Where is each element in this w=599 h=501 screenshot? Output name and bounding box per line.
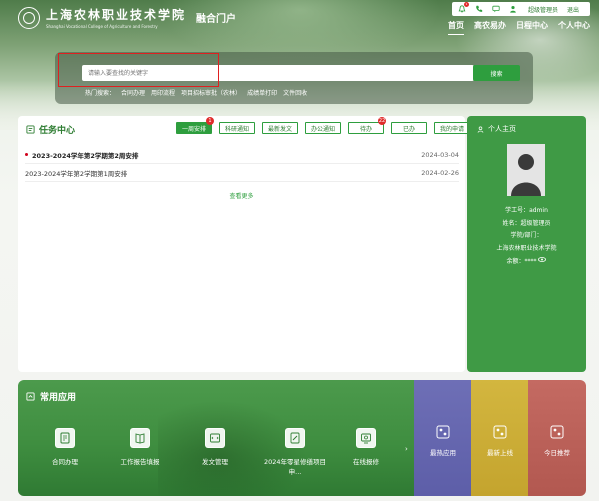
task-list: 2023-2024学年第2学期第2周安排 2024-03-04 2023-202…	[25, 146, 459, 182]
tab-label: 科研通知	[225, 125, 250, 133]
hot-search-label: 热门搜索：	[85, 90, 116, 97]
list-icon	[26, 125, 35, 134]
personal-panel: 个人主页 学工号：admin 姓名：超级管理员 学院/部门： 上海农林职业技术学…	[467, 116, 586, 372]
hot-search-item[interactable]: 用印流程	[151, 88, 175, 97]
app-label: 在线报修	[353, 458, 379, 466]
apps-recommend-icon	[550, 425, 564, 439]
personal-info: 学工号：admin 姓名：超级管理员 学院/部门： 上海农林职业技术学院 余额：…	[467, 205, 586, 268]
contract-icon	[55, 428, 75, 448]
apps-title-text: 常用应用	[40, 393, 77, 403]
personal-title-text: 个人主页	[488, 125, 516, 133]
side-tab-label: 最新上线	[487, 449, 513, 457]
app-contract[interactable]: 合同办理	[35, 428, 95, 466]
tab-label: 已办	[402, 125, 415, 133]
bullet-icon	[25, 153, 28, 156]
tab-weekly-schedule[interactable]: 一周安排 1	[176, 117, 214, 134]
user-name: 姓名：超级管理员	[502, 219, 551, 227]
app-work-report[interactable]: 工作报告填报	[110, 428, 170, 466]
tab-research-notice[interactable]: 科研通知	[219, 122, 255, 134]
app-label: 2024年零星修缮项目申...	[263, 458, 327, 476]
list-item[interactable]: 2023-2024学年第2学期第2周安排 2024-03-04	[25, 146, 459, 164]
school-seal-icon	[18, 6, 40, 29]
user-icon	[477, 125, 484, 133]
side-tab-hottest[interactable]: 最热应用	[414, 380, 472, 496]
list-item-date: 2024-02-26	[421, 168, 459, 177]
apps-hot-icon	[436, 425, 450, 439]
document-icon	[205, 428, 225, 448]
tab-label: 一周安排	[182, 125, 207, 133]
edit-document-icon	[285, 428, 305, 448]
task-tabs: 一周安排 1 科研通知 最新发文 办公通知 待办 22 已办 我的申请	[176, 117, 470, 134]
tab-latest-documents[interactable]: 最新发文	[262, 122, 298, 134]
chevron-right-icon[interactable]: ›	[405, 445, 408, 453]
app-online-repair[interactable]: 在线报修	[336, 428, 396, 466]
hot-search: 热门搜索： 合同办理 用印流程 项目招标审批（农林） 成绩单打印 文件回收	[85, 88, 307, 97]
school-name-en: Shanghai Vocational College of Agricultu…	[46, 24, 158, 29]
side-tab-recommended[interactable]: 今日推荐	[528, 380, 586, 496]
staff-id: 学工号：admin	[505, 207, 548, 214]
tab-label: 办公通知	[311, 125, 336, 133]
highlight-frame	[58, 53, 219, 87]
nav-gaonong-yiban[interactable]: 高农易办	[474, 20, 506, 35]
school-name-cn: 上海农林职业技术学院	[46, 8, 187, 22]
app-document-management[interactable]: 发文管理	[185, 428, 245, 466]
apps-icon	[26, 392, 35, 401]
apps-title: 常用应用	[26, 390, 76, 403]
eye-icon[interactable]	[538, 255, 547, 268]
side-tab-label: 今日推荐	[544, 449, 570, 457]
main-nav: 首页 高农易办 日程中心 个人中心	[448, 20, 590, 35]
common-apps-panel: 常用应用 合同办理 工作报告填报 发文管理 2024年零星修缮项目申... 在线…	[18, 380, 414, 496]
apps-new-icon	[493, 425, 507, 439]
hot-search-item[interactable]: 成绩单打印	[247, 88, 277, 97]
personal-title: 个人主页	[477, 124, 516, 134]
tab-my-requests[interactable]: 我的申请	[434, 122, 470, 134]
logout-link[interactable]: 退出	[567, 5, 579, 14]
view-more-link[interactable]: 查看更多	[18, 191, 465, 200]
book-icon	[130, 428, 150, 448]
bell-icon[interactable]: 1	[458, 2, 469, 13]
tab-done[interactable]: 已办	[391, 122, 427, 134]
hot-search-item[interactable]: 文件回收	[283, 88, 307, 97]
task-center-title: 任务中心	[26, 123, 75, 136]
search-button[interactable]: 搜索	[473, 65, 520, 81]
tab-label: 最新发文	[268, 125, 293, 133]
list-item-title: 2023-2024学年第2学期第1周安排	[25, 169, 128, 178]
task-center-title-text: 任务中心	[39, 126, 76, 136]
app-label: 发文管理	[202, 458, 228, 466]
list-item[interactable]: 2023-2024学年第2学期第1周安排 2024-02-26	[25, 164, 459, 182]
list-item-title: 2023-2024学年第2学期第2周安排	[32, 151, 139, 160]
app-label: 工作报告填报	[120, 458, 160, 466]
notification-badge: 1	[464, 2, 469, 7]
app-repair-project[interactable]: 2024年零星修缮项目申...	[260, 428, 330, 476]
phone-icon[interactable]	[475, 5, 483, 13]
hot-search-item[interactable]: 项目招标审批（农林）	[181, 88, 241, 97]
dept-value: 上海农林职业技术学院	[496, 244, 557, 252]
user-icon[interactable]	[509, 5, 517, 13]
nav-home[interactable]: 首页	[448, 20, 464, 35]
portal-name: 融合门户	[196, 14, 237, 25]
hot-search-item[interactable]: 合同办理	[121, 88, 145, 97]
balance-text: 余额：****	[506, 257, 537, 265]
list-item-date: 2024-03-04	[421, 150, 459, 159]
chat-icon[interactable]	[492, 5, 500, 13]
nav-schedule-center[interactable]: 日程中心	[516, 20, 548, 35]
side-tab-label: 最热应用	[430, 449, 456, 457]
avatar[interactable]	[507, 144, 545, 196]
tab-office-notice[interactable]: 办公通知	[305, 122, 341, 134]
tab-badge: 1	[206, 117, 214, 125]
tab-badge: 22	[378, 117, 386, 125]
app-label: 合同办理	[52, 458, 78, 466]
dept-label: 学院/部门：	[510, 232, 543, 239]
school-logo[interactable]: 上海农林职业技术学院 Shanghai Vocational College o…	[18, 6, 236, 29]
nav-personal-center[interactable]: 个人中心	[558, 20, 590, 35]
tab-label: 我的申请	[440, 125, 465, 133]
utility-bar: 1 超级管理员 退出	[452, 2, 590, 16]
tab-label: 待办	[359, 125, 372, 133]
task-center-panel: 任务中心 一周安排 1 科研通知 最新发文 办公通知 待办 22 已办 我的申请…	[18, 116, 470, 372]
repair-icon	[356, 428, 376, 448]
admin-name[interactable]: 超级管理员	[528, 5, 558, 14]
balance-line: 余额：****	[467, 255, 586, 268]
side-tab-newest[interactable]: 最新上线	[471, 380, 529, 496]
tab-todo[interactable]: 待办 22	[348, 117, 386, 134]
